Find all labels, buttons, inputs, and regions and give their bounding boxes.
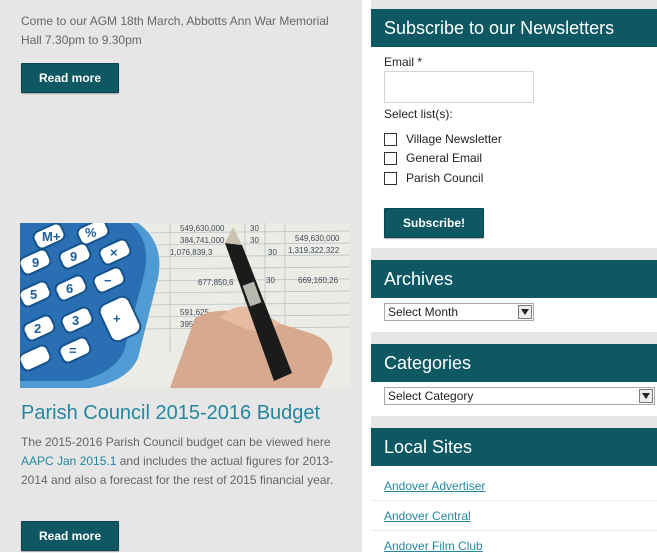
budget-document-link[interactable]: AAPC Jan 2015.1 <box>21 454 116 468</box>
sidebar-gap <box>371 416 657 428</box>
sidebar-spacer <box>371 0 657 9</box>
read-more-button[interactable]: Read more <box>21 521 120 551</box>
archives-widget-title: Archives <box>371 260 657 298</box>
calculator-photo-icon: 549,630,000 384,741,000 1,076,839,3 549,… <box>20 223 350 388</box>
svg-text:1,076,839,3: 1,076,839,3 <box>170 248 213 257</box>
local-site-link[interactable]: Andover Advertiser <box>384 479 485 493</box>
svg-text:2: 2 <box>34 321 41 336</box>
subscribe-button[interactable]: Subscribe! <box>384 208 485 238</box>
list-option-label: General Email <box>406 151 483 165</box>
sidebar-gap <box>371 332 657 344</box>
svg-text:=: = <box>69 343 77 358</box>
svg-text:9: 9 <box>32 255 39 270</box>
post-body: The 2015-2016 Parish Council budget can … <box>21 433 351 490</box>
svg-text:30: 30 <box>266 276 275 285</box>
post-body-text: The 2015-2016 Parish Council budget can … <box>21 435 331 449</box>
list-option-village-newsletter[interactable]: Village Newsletter <box>384 131 502 147</box>
local-site-link[interactable]: Andover Central <box>384 509 471 523</box>
read-more-button[interactable]: Read more <box>21 63 120 93</box>
parish-council-checkbox[interactable] <box>384 171 397 185</box>
categories-select[interactable]: Select Category <box>384 387 655 405</box>
svg-text:30: 30 <box>250 236 259 245</box>
svg-text:30: 30 <box>268 248 277 257</box>
post-title-link[interactable]: Parish Council 2015-2016 Budget <box>21 400 361 426</box>
svg-text:−: − <box>104 273 112 288</box>
categories-widget-title: Categories <box>371 344 657 382</box>
svg-text:9: 9 <box>70 249 77 264</box>
email-field[interactable] <box>384 71 534 103</box>
list-option-parish-council[interactable]: Parish Council <box>384 170 483 186</box>
archives-month-select[interactable]: Select Month <box>384 303 534 321</box>
divider <box>371 500 657 501</box>
svg-text:5: 5 <box>30 287 37 302</box>
post-featured-image[interactable]: 549,630,000 384,741,000 1,076,839,3 549,… <box>20 223 350 388</box>
svg-text:6: 6 <box>66 281 73 296</box>
post-excerpt: Come to our AGM 18th March, Abbotts Ann … <box>21 14 329 47</box>
select-lists-label: Select list(s): <box>384 107 453 121</box>
svg-text:549,630,000: 549,630,000 <box>180 224 225 233</box>
svg-text:×: × <box>110 245 118 260</box>
email-label: Email * <box>384 55 423 69</box>
general-email-checkbox[interactable] <box>384 151 397 165</box>
list-option-label: Village Newsletter <box>406 132 502 146</box>
svg-text:677,850,6: 677,850,6 <box>198 278 234 287</box>
svg-text:384,741,000: 384,741,000 <box>180 236 225 245</box>
sidebar-gap <box>371 248 657 260</box>
svg-text:30: 30 <box>250 224 259 233</box>
divider <box>371 530 657 531</box>
newsletter-widget-title: Subscribe to our Newsletters <box>371 9 657 47</box>
svg-text:3: 3 <box>72 313 79 328</box>
chevron-down-icon[interactable] <box>518 305 532 319</box>
chevron-down-icon[interactable] <box>639 389 653 403</box>
list-option-label: Parish Council <box>406 171 484 185</box>
local-site-link[interactable]: Andover Film Club <box>384 539 483 553</box>
list-option-general-email[interactable]: General Email <box>384 150 482 166</box>
svg-text:549,630,000: 549,630,000 <box>295 234 340 243</box>
village-newsletter-checkbox[interactable] <box>384 132 397 146</box>
archives-selected-value: Select Month <box>388 305 459 319</box>
svg-text:M+: M+ <box>42 229 61 244</box>
local-sites-widget-title: Local Sites <box>371 428 657 466</box>
categories-selected-value: Select Category <box>388 389 474 403</box>
svg-text:+: + <box>113 311 121 326</box>
svg-text:1,319,322,322: 1,319,322,322 <box>288 246 340 255</box>
svg-text:%: % <box>85 225 97 240</box>
svg-text:669,160,26: 669,160,26 <box>298 276 339 285</box>
